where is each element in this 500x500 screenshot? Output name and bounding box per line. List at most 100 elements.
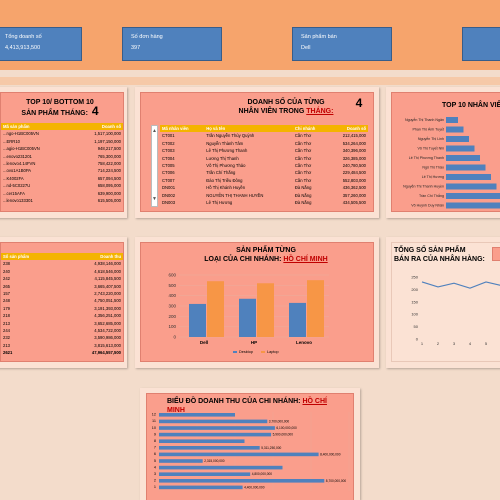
table-cell: Cần Thơ: [294, 133, 312, 139]
kpi-value: 397: [131, 45, 141, 51]
staff-bar: [446, 145, 475, 152]
series-line: [421, 281, 500, 289]
month-label: 11: [152, 419, 156, 423]
table-cell: DN002: [162, 192, 176, 198]
revenue-bar: [159, 413, 235, 417]
table-row: ...lenovo133301 615,505,000: [1, 197, 123, 204]
staff-bar: [446, 136, 469, 142]
revenue-bar: [159, 459, 203, 463]
table-cell: 213: [3, 320, 10, 326]
data-label: 4,800,000,000: [252, 472, 273, 476]
table-row: ...cer15AFA 639,900,000: [1, 190, 123, 197]
table-cell: ...nd-5C0227U: [3, 183, 31, 189]
branch-products-title: SẢN PHẨM TỪNG: [236, 247, 296, 254]
bar-laptop: [207, 281, 224, 337]
staff-name-label: Lê Thị Hương: [422, 175, 444, 179]
staff-bar: [446, 174, 491, 180]
col-header: Mã sản phẩm: [1, 123, 71, 131]
branch-dropdown[interactable]: [492, 247, 500, 261]
table-cell: CT006: [162, 170, 175, 176]
staff-name-label: Phan Thị Ánh Tuyết: [413, 128, 445, 132]
x-tick-label: 2: [437, 341, 440, 346]
month-label: 3: [154, 472, 156, 476]
revenue-bar: [159, 432, 272, 437]
y-tick-label: 100: [168, 324, 176, 329]
staff-sales-table: Mã nhân viên Họ và tên Chi nhánh Doanh s…: [160, 125, 368, 206]
table-cell: 552,803,000: [342, 177, 366, 183]
table-cell: 4,534,722,000: [94, 328, 121, 334]
x-tick-label: 4: [469, 341, 472, 346]
table-cell: Lương Thị Thanh: [206, 155, 239, 161]
y-tick-label: 50: [414, 324, 419, 329]
staff-name-label: Võ Huỳnh Duy Nhân: [411, 204, 444, 208]
revenue-title: BIỂU ĐỒ DOANH THU CỦA CHI NHÁNH:: [167, 398, 301, 405]
branch-qty-panel: TỔNG SỐ SẢN PHẨM BÁN RA CỦA NHÂN HÀNG: 0…: [391, 242, 500, 362]
scroll-up-icon[interactable]: ▲: [152, 126, 157, 136]
branch-qty-title: TỔNG SỐ SẢN PHẨM: [394, 247, 466, 254]
month-selector[interactable]: 4: [92, 104, 99, 118]
top-products-subtitle: SẢN PHẨM THÁNG:: [21, 110, 88, 117]
table-row: ...K4002FA 657,094,500: [1, 175, 123, 182]
staff-sales-panel: DOANH SỐ CỦA TỪNG NHÂN VIÊN TRONG THÁNG:…: [140, 92, 374, 212]
branch-products-subtitle: LOẠI CỦA CHI NHÁNH:: [204, 256, 282, 263]
table-row: CT001 Trần Nguyễn Thúy Quỳnh Cần Thơ 212,41…: [160, 132, 368, 139]
branch-selector[interactable]: HỒ CHÍ MINH: [283, 256, 327, 263]
table-cell: 436,362,500: [342, 185, 366, 191]
table-cell: 240: [3, 268, 10, 274]
table-cell: 3,815,613,000: [94, 342, 121, 348]
col-header: Họ và tên: [204, 125, 293, 133]
kpi-label: Sản phẩm bán: [301, 34, 337, 40]
y-tick-label: 300: [168, 304, 176, 309]
scroll-down-icon[interactable]: ▼: [152, 194, 157, 204]
table-cell: Đào Thị Triều Đông: [206, 177, 243, 183]
table-row: CT007 Đào Thị Triều Đông Cần Thơ 552,803,00…: [160, 177, 368, 184]
table-row: ...ERR10 1,197,150,000: [1, 138, 123, 145]
table-cell: CT001: [162, 133, 175, 139]
table-scrollbar[interactable]: ▲ ▼: [151, 125, 158, 207]
revenue-chart: 1211 3,700,000,00010 6,100,000,0009 5,900,0…: [152, 412, 350, 492]
x-tick-label: 3: [453, 341, 456, 346]
table-cell: Đà Nẵng: [294, 185, 312, 191]
kpi-label: Số đơn hàng: [131, 34, 163, 40]
product-qty-panel: Số sản phẩm Doanh thu 238 4,938,146,000 24…: [0, 242, 124, 362]
table-cell: Đà Nẵng: [294, 192, 312, 198]
month-label: 10: [152, 426, 156, 430]
table-row: 240 4,618,546,000: [1, 268, 123, 275]
table-cell: 534,264,000: [342, 140, 366, 146]
bar-desktop: [189, 303, 206, 337]
product-qty-table: Số sản phẩm Doanh thu 238 4,938,146,000 24…: [1, 253, 123, 357]
col-header: Mã nhân viên: [160, 125, 205, 133]
table-cell: 240,780,500: [342, 163, 366, 169]
table-cell: 265: [3, 283, 10, 289]
staff-bar: [446, 155, 480, 161]
total-revenue: 47,964,557,500: [91, 350, 121, 356]
table-cell: CT002: [162, 140, 175, 146]
revenue-bar: [159, 465, 283, 470]
table-cell: 4,356,251,000: [94, 313, 121, 319]
month-selector[interactable]: 4: [351, 97, 367, 109]
legend-label: Desktop: [239, 350, 253, 354]
branch-qty-chart: 050100150200250123456: [411, 275, 500, 346]
table-cell: 179: [3, 305, 10, 311]
table-cell: Cần Thơ: [294, 148, 312, 154]
table-cell: 948,217,500: [97, 146, 121, 152]
table-cell: DN001: [162, 185, 176, 191]
col-header: Chi nhánh: [292, 125, 329, 133]
table-cell: 758,422,000: [97, 161, 121, 167]
table-cell: 3,191,393,000: [94, 305, 121, 311]
y-tick-label: 200: [168, 314, 176, 319]
table-row: 244 4,534,722,000: [1, 327, 123, 334]
month-label: 8: [154, 439, 156, 443]
month-label: 1: [154, 485, 156, 489]
month-label: 7: [154, 446, 156, 450]
y-tick-label: 100: [411, 312, 418, 317]
table-row: CT004 Lương Thị Thanh Cần Thơ 326,385,000: [160, 155, 368, 162]
table-cell: Lê Thị Phương Thanh: [206, 148, 248, 154]
revenue-bar: [159, 439, 245, 443]
staff-name-label: Nguyễn Thị Linh: [418, 136, 444, 141]
table-cell: Trần Nguyễn Thúy Quỳnh: [206, 133, 255, 139]
table-cell: Cần Thơ: [294, 155, 312, 161]
table-cell: ...lenovo4.14FVN: [3, 161, 36, 167]
staff-sales-subtitle: NHÂN VIÊN TRONG: [238, 108, 305, 115]
table-cell: ...cer15AFA: [3, 190, 25, 196]
